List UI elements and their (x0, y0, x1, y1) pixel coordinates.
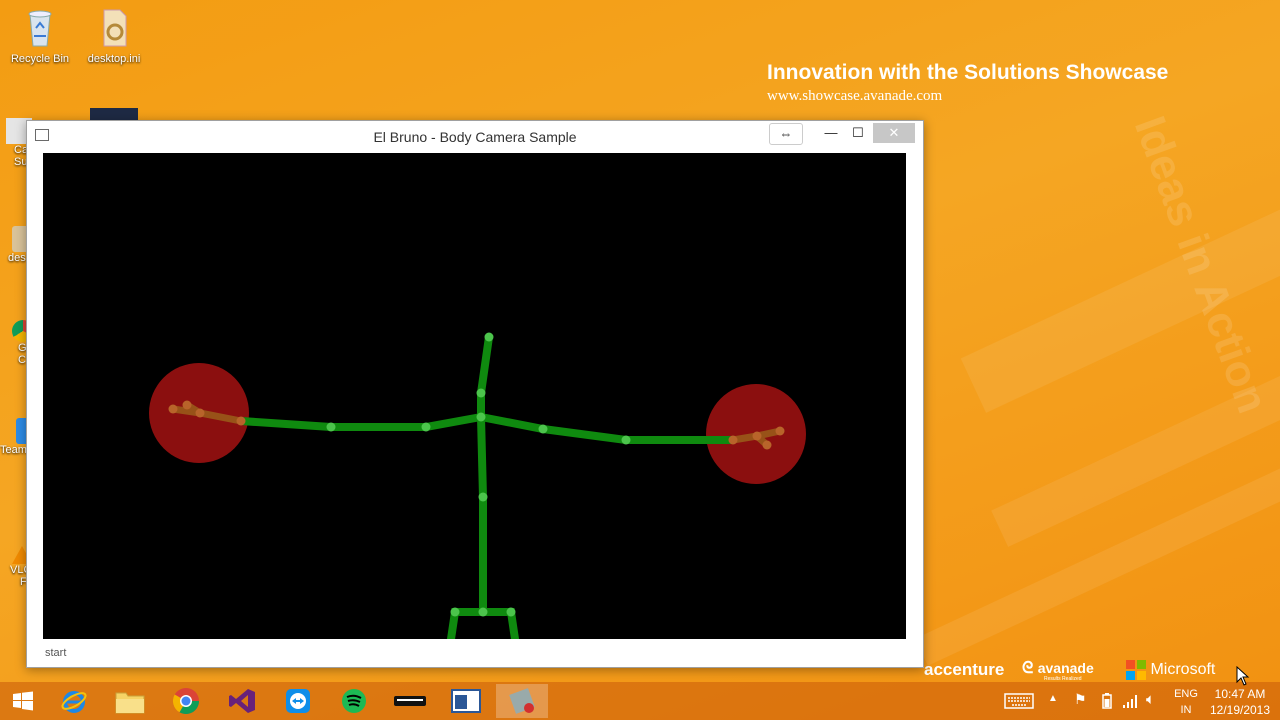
thumb-left-joint (182, 400, 192, 410)
spine-joint (478, 492, 488, 502)
body-camera-canvas (43, 153, 906, 639)
window-app-icon (451, 689, 481, 713)
wrist-right-joint (728, 435, 738, 445)
minimize-button[interactable]: — (821, 123, 841, 143)
skeleton-drawing (149, 332, 806, 639)
hand-right-joint (752, 431, 762, 441)
taskbar-kinect-studio[interactable] (496, 684, 548, 718)
touch-keyboard-icon[interactable] (1004, 693, 1034, 709)
taskbar-teamviewer[interactable] (272, 684, 324, 718)
taskbar-spotify[interactable] (328, 684, 380, 718)
taskbar-internet-explorer[interactable] (48, 684, 100, 718)
microsoft-logo: Microsoft (1126, 660, 1215, 680)
elbow-right-joint (621, 435, 631, 445)
taskbar-file-explorer[interactable] (104, 684, 156, 718)
taskbar-chrome[interactable] (160, 684, 212, 718)
battery-icon[interactable] (1102, 693, 1112, 709)
avanade-logo-text: avanade (1037, 660, 1094, 676)
hip-center-joint (478, 607, 488, 617)
windows-logo-icon (13, 691, 33, 711)
handtip-right-joint (775, 426, 785, 436)
avanade-mark-icon: ᘓ (1022, 660, 1034, 677)
left-arm-bone (237, 413, 485, 431)
microsoft-squares-icon (1126, 660, 1146, 680)
keyboard-device-icon (394, 696, 426, 706)
input-language-indicator[interactable]: ENG IN (1172, 686, 1200, 718)
avanade-logo: ᘓ avanade Results Realized (1022, 660, 1094, 682)
microsoft-logo-text: Microsoft (1150, 661, 1216, 679)
maximize-button[interactable]: ☐ (847, 123, 869, 143)
shoulder-right-joint (538, 424, 548, 434)
desktop-icon-label: desktop.ini (87, 53, 141, 65)
network-signal-icon[interactable] (1122, 693, 1138, 709)
taskbar-visual-studio[interactable] (216, 684, 268, 718)
clock-date: 12/19/2013 (1209, 703, 1271, 717)
mouse-cursor-icon (1236, 666, 1250, 686)
desktop-icon-recycle-bin[interactable]: Recycle Bin (0, 6, 80, 65)
shoulder-left-joint (421, 422, 431, 432)
skeleton-bones (237, 333, 737, 639)
clock-time: 10:47 AM (1214, 687, 1266, 701)
folder-icon (115, 692, 145, 714)
wrist-left-joint (236, 416, 246, 426)
close-button[interactable]: ✕ (873, 123, 915, 143)
status-text: start (45, 647, 67, 659)
neck-joint (476, 388, 486, 398)
app-window[interactable]: El Bruno - Body Camera Sample ⇔ — ☐ ✕ st… (26, 120, 924, 668)
visual-studio-icon (229, 689, 255, 713)
volume-icon[interactable]: 🔈︎ (1146, 691, 1155, 708)
region-code: IN (1180, 704, 1192, 716)
elbow-left-joint (326, 422, 336, 432)
hand-left-joint (195, 408, 205, 418)
kinect-app-icon (509, 688, 535, 714)
show-hidden-icons-icon[interactable]: ▲ (1048, 693, 1058, 704)
system-tray: ▲ ⚑ 🔈︎ (1000, 682, 1170, 720)
wallpaper-url: www.showcase.avanade.com (767, 88, 943, 104)
internet-explorer-icon (61, 691, 87, 713)
hip-right-joint (506, 607, 516, 617)
desktop-icon-desktop-ini[interactable]: desktop.ini (74, 6, 154, 65)
accenture-logo: accenture (924, 660, 1005, 679)
wallpaper-headline: Innovation with the Solutions Showcase (767, 61, 1169, 84)
chrome-icon (172, 688, 200, 715)
recycle-bin-icon (28, 10, 52, 47)
action-center-flag-icon[interactable]: ⚑ (1074, 691, 1087, 708)
spotify-icon (342, 689, 366, 713)
shoulder-center-joint (476, 412, 486, 422)
window-titlebar[interactable]: El Bruno - Body Camera Sample ⇔ — ☐ ✕ (27, 121, 923, 151)
restore-side-button[interactable]: ⇔ (769, 123, 803, 145)
teamviewer-icon (286, 689, 310, 713)
hip-left-joint (450, 607, 460, 617)
head-joint (484, 332, 494, 342)
taskbar: ▲ ⚑ 🔈︎ ENG IN 10:47 AM 12/19/2013 (0, 682, 1280, 720)
taskbar-window-app[interactable] (440, 684, 492, 718)
desktop-icon-label: Recycle Bin (10, 53, 70, 65)
handtip-left-joint (168, 404, 178, 414)
language-code: ENG (1174, 688, 1198, 700)
settings-file-icon (103, 9, 127, 47)
thumb-right-joint (762, 440, 772, 450)
taskbar-clock[interactable]: 10:47 AM 12/19/2013 (1205, 686, 1275, 718)
taskbar-keyboard-app[interactable] (384, 684, 436, 718)
spine-bone (477, 333, 493, 616)
start-button[interactable] (0, 684, 46, 718)
right-arm-bone (477, 413, 737, 444)
